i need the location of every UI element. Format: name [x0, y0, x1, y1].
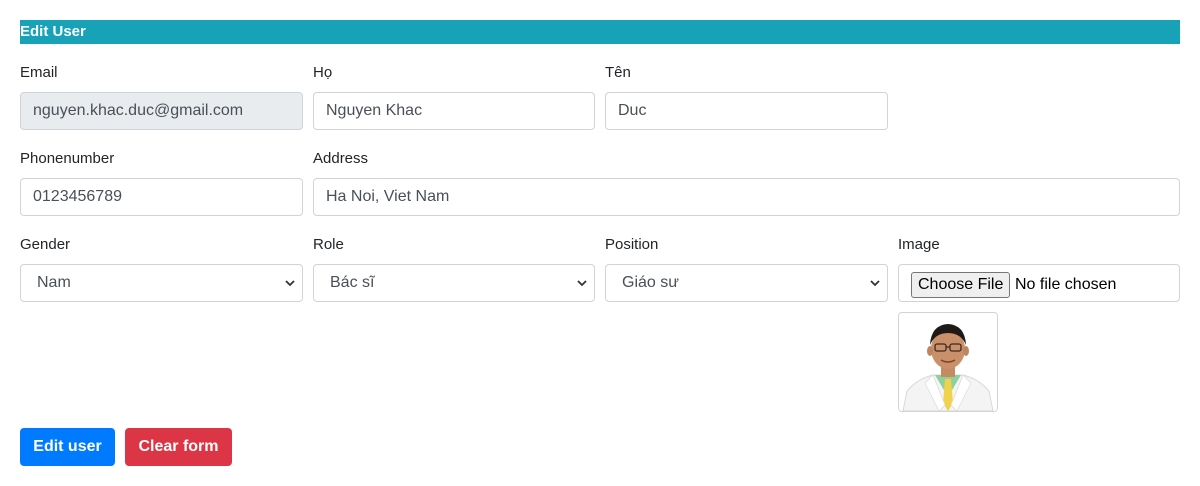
- first-name-label: Tên: [605, 64, 631, 81]
- edit-user-button[interactable]: Edit user: [20, 428, 115, 466]
- role-select[interactable]: Bác sĩ: [313, 264, 595, 302]
- image-label: Image: [898, 236, 940, 253]
- address-label: Address: [313, 150, 369, 167]
- chevron-down-icon: [576, 265, 588, 301]
- clear-form-button[interactable]: Clear form: [125, 428, 232, 466]
- first-name-field[interactable]: Duc: [605, 92, 888, 130]
- form-title: Edit User: [20, 20, 1180, 44]
- phone-field[interactable]: 0123456789: [20, 178, 303, 216]
- gender-select[interactable]: Nam: [20, 264, 303, 302]
- phone-label: Phonenumber: [20, 150, 115, 167]
- chevron-down-icon: [284, 265, 296, 301]
- role-select-value: Bác sĩ: [330, 274, 375, 291]
- role-label: Role: [313, 236, 344, 253]
- email-label: Email: [20, 64, 58, 81]
- image-preview: [898, 312, 998, 412]
- gender-select-value: Nam: [37, 274, 71, 291]
- email-field[interactable]: nguyen.khac.duc@gmail.com: [20, 92, 303, 130]
- gender-label: Gender: [20, 236, 71, 253]
- address-field[interactable]: Ha Noi, Viet Nam: [313, 178, 1180, 216]
- chevron-down-icon: [869, 265, 881, 301]
- position-select-value: Giáo sư: [622, 274, 679, 291]
- last-name-label: Họ: [313, 64, 333, 81]
- image-file-input[interactable]: Choose File No file chosen: [898, 264, 1180, 302]
- file-status: No file chosen: [1015, 276, 1117, 293]
- doctor-portrait-image: [899, 313, 997, 411]
- position-select[interactable]: Giáo sư: [605, 264, 888, 302]
- choose-file-button[interactable]: Choose File: [911, 272, 1011, 298]
- position-label: Position: [605, 236, 659, 253]
- last-name-field[interactable]: Nguyen Khac: [313, 92, 595, 130]
